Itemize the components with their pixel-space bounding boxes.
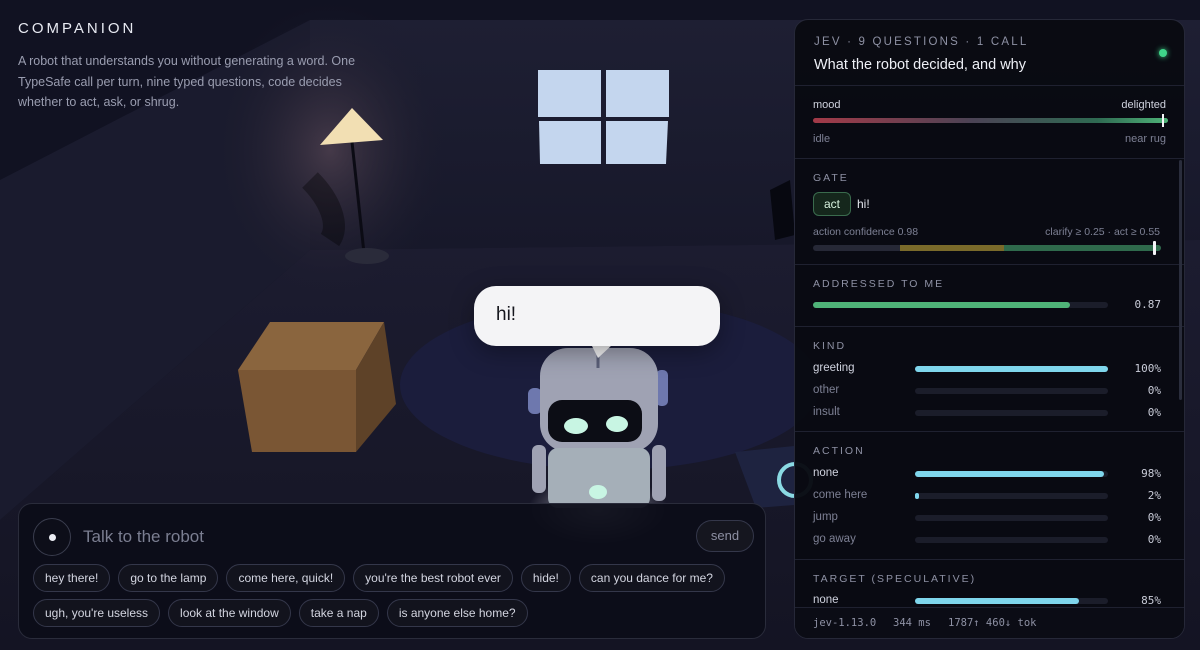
probability-fill xyxy=(915,598,1080,604)
probability-value: 0% xyxy=(1147,511,1161,524)
gate-decision-badge: act xyxy=(813,192,852,216)
panel-footer: jev-1.13.0 344 ms 1787↑ 460↓ tok xyxy=(795,607,1184,638)
row-label: insult xyxy=(813,406,840,418)
row-label: other xyxy=(813,384,840,396)
intro: COMPANION A robot that understands you w… xyxy=(18,20,378,113)
mic-button[interactable] xyxy=(33,518,71,556)
probability-value: 0% xyxy=(1147,384,1161,397)
row-label: none xyxy=(813,594,839,606)
row-label: none xyxy=(813,467,839,479)
probability-fill xyxy=(915,493,919,499)
divider xyxy=(795,431,1184,432)
footer-version: jev-1.13.0 xyxy=(813,617,877,629)
divider xyxy=(795,326,1184,327)
mood-value: delighted xyxy=(1121,99,1166,111)
probability-bar xyxy=(915,515,1108,521)
probability-value: 0% xyxy=(1147,533,1161,546)
footer-tokens: 1787↑ 460↓ tok xyxy=(948,617,1037,629)
probability-bar xyxy=(915,410,1108,416)
mood-meter xyxy=(813,114,1168,127)
divider xyxy=(795,264,1184,265)
probability-fill xyxy=(915,471,1105,477)
divider xyxy=(795,85,1184,86)
probability-value: 0% xyxy=(1147,406,1161,419)
addressed-fill xyxy=(813,302,1070,308)
panel-header: JEV · 9 QUESTIONS · 1 CALL What the robo… xyxy=(814,36,1028,73)
addressed-title: ADDRESSED TO ME xyxy=(813,278,945,290)
probability-value: 98% xyxy=(1141,467,1161,480)
probability-value: 100% xyxy=(1134,362,1162,375)
row-label: go away xyxy=(813,533,856,545)
probability-bar xyxy=(915,366,1108,372)
suggestion-chip[interactable]: hide! xyxy=(520,564,571,592)
gate-act-zone xyxy=(1004,245,1161,251)
mood-state: idle xyxy=(813,133,831,145)
gate-title: GATE xyxy=(813,172,849,184)
gate-thresholds-label: clarify ≥ 0.25 · act ≥ 0.55 xyxy=(1045,226,1160,238)
speech-bubble: hi! xyxy=(474,286,720,346)
probability-bar xyxy=(915,471,1108,477)
row-label: greeting xyxy=(813,362,855,374)
panel-title: What the robot decided, and why xyxy=(814,57,1026,73)
addressed-bar xyxy=(813,302,1108,308)
gate-utterance: hi! xyxy=(857,197,870,211)
send-button[interactable]: send xyxy=(696,520,754,552)
kind-title: KIND xyxy=(813,340,847,352)
suggestion-chip[interactable]: you're the best robot ever xyxy=(353,564,513,592)
decision-panel: JEV · 9 QUESTIONS · 1 CALL What the robo… xyxy=(794,19,1185,639)
action-title: ACTION xyxy=(813,445,865,457)
suggestion-chip[interactable]: come here, quick! xyxy=(226,564,346,592)
suggestion-chip[interactable]: is anyone else home? xyxy=(386,599,528,627)
probability-bar xyxy=(915,388,1108,394)
suggestion-row: hey there! go to the lamp come here, qui… xyxy=(33,564,753,592)
probability-bar xyxy=(915,493,1108,499)
footer-latency: 344 ms xyxy=(893,617,931,629)
app-title: COMPANION xyxy=(18,20,137,37)
row-label: come here xyxy=(813,489,868,501)
suggestion-chip[interactable]: ugh, you're useless xyxy=(33,599,161,627)
mood-marker xyxy=(1162,114,1165,127)
gate-clarify-zone xyxy=(900,245,1005,251)
divider xyxy=(795,158,1184,159)
probability-bar xyxy=(915,537,1108,543)
suggestion-chip[interactable]: can you dance for me? xyxy=(578,564,725,592)
gate-confidence-marker xyxy=(1153,241,1157,255)
suggestion-chip[interactable]: go to the lamp xyxy=(118,564,219,592)
target-title: TARGET (SPECULATIVE) xyxy=(813,573,977,585)
probability-value: 85% xyxy=(1141,594,1161,607)
chat-input[interactable] xyxy=(83,524,583,550)
mood-location: near rug xyxy=(1125,133,1166,145)
chat-box: send hey there! go to the lamp come here… xyxy=(18,503,766,639)
app-tagline: A robot that understands you without gen… xyxy=(18,54,356,109)
suggestion-chip[interactable]: take a nap xyxy=(298,599,379,627)
divider xyxy=(795,559,1184,560)
addressed-value: 0.87 xyxy=(1134,298,1162,311)
suggestion-chips: hey there! go to the lamp come here, qui… xyxy=(33,564,753,634)
row-label: jump xyxy=(813,511,838,523)
suggestion-chip[interactable]: look at the window xyxy=(168,599,291,627)
panel-scrollbar[interactable] xyxy=(1179,160,1182,400)
probability-bar xyxy=(915,598,1108,604)
record-dot-icon xyxy=(49,534,56,541)
probability-fill xyxy=(915,366,1108,372)
suggestion-chip[interactable]: hey there! xyxy=(33,564,111,592)
panel-meta: JEV · 9 QUESTIONS · 1 CALL xyxy=(814,36,1029,48)
probability-value: 2% xyxy=(1147,489,1161,502)
mood-label: mood xyxy=(813,99,841,111)
gate-confidence-meter xyxy=(813,241,1161,255)
status-dot-icon xyxy=(1159,49,1167,57)
suggestion-row: ugh, you're useless look at the window t… xyxy=(33,599,753,627)
gate-confidence-label: action confidence 0.98 xyxy=(813,226,919,238)
